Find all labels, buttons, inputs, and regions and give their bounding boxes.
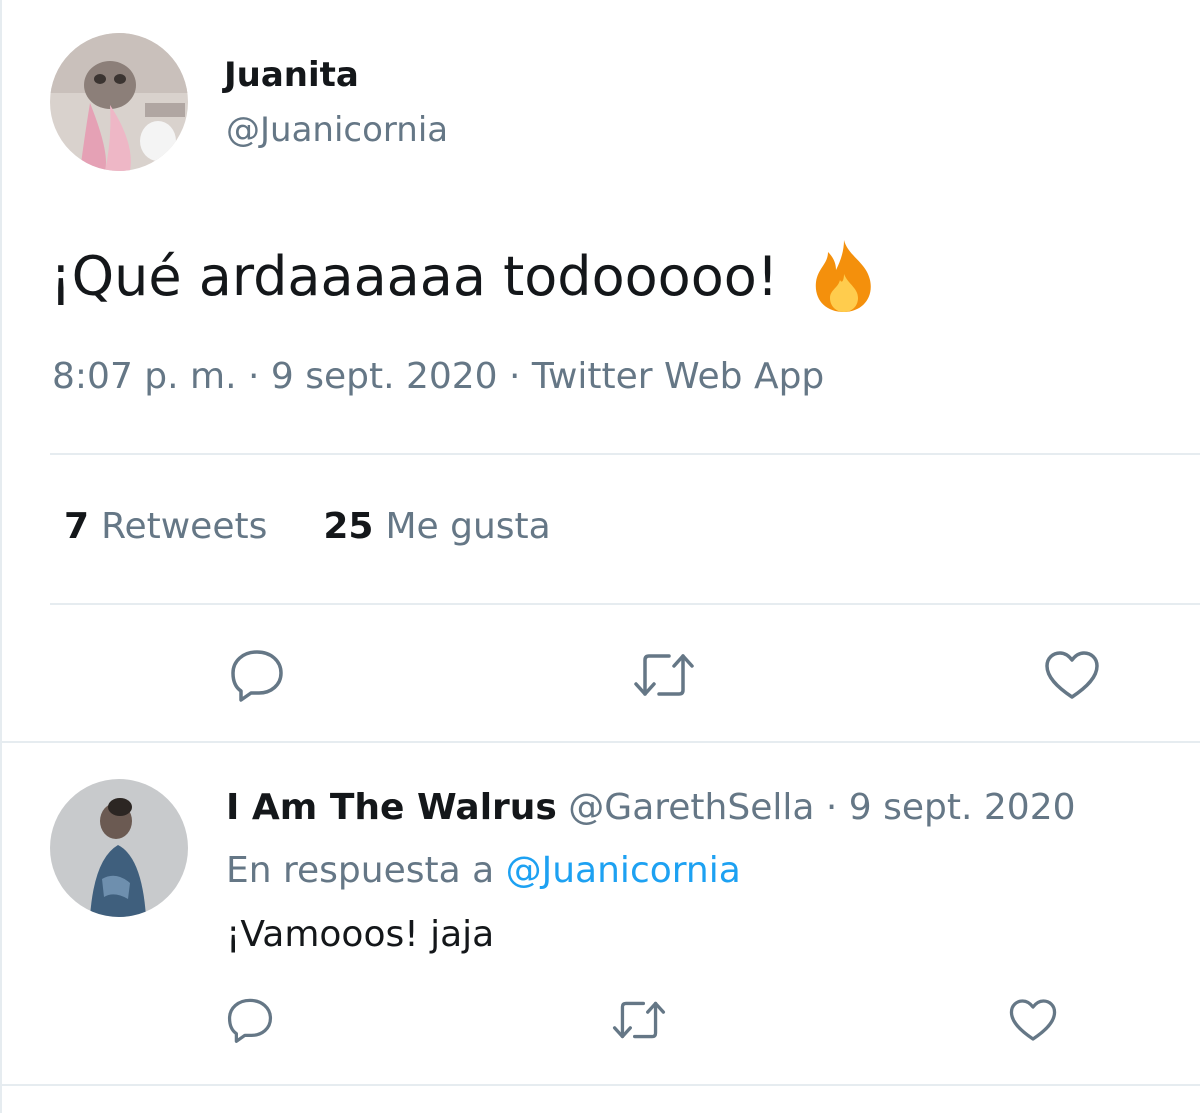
heart-icon xyxy=(1009,999,1057,1041)
likes-stat[interactable]: 25 Me gusta xyxy=(323,506,550,547)
reply-to-line: En respuesta a @Juanicornia xyxy=(226,850,741,891)
author-avatar[interactable] xyxy=(50,33,188,171)
likes-count: 25 xyxy=(323,506,374,547)
reply-author-handle[interactable]: @GarethSella xyxy=(568,787,814,828)
reply-like-button[interactable] xyxy=(1006,996,1060,1044)
fire-icon xyxy=(804,236,884,316)
reply-to-mention[interactable]: @Juanicornia xyxy=(506,850,741,891)
reply-author-name[interactable]: I Am The Walrus xyxy=(226,787,557,828)
author-handle[interactable]: @Juanicornia xyxy=(226,110,448,150)
reply-to-label: En respuesta a xyxy=(226,850,495,891)
divider xyxy=(50,603,1200,605)
reply-header: I Am The Walrus @GarethSella · 9 sept. 2… xyxy=(226,787,1076,828)
reply-retweet-button[interactable] xyxy=(610,996,668,1044)
reply-icon xyxy=(231,650,283,702)
like-button[interactable] xyxy=(1042,647,1102,703)
retweet-icon xyxy=(612,1001,666,1039)
tweet-thread: Juanita @Juanicornia ¡Qué ardaaaaaa todo… xyxy=(0,0,1200,1113)
tweet-stats: 7 Retweets 25 Me gusta xyxy=(64,506,551,547)
likes-label: Me gusta xyxy=(385,506,551,547)
divider xyxy=(50,453,1200,455)
retweet-icon xyxy=(634,654,694,696)
retweet-button[interactable] xyxy=(632,647,696,703)
retweets-label: Retweets xyxy=(101,506,268,547)
reply-author-avatar[interactable] xyxy=(50,779,188,917)
reply-text: ¡Vamooos! jaja xyxy=(226,914,495,955)
tweet-text-row: ¡Qué ardaaaaaa todooooo! xyxy=(50,236,884,316)
reply-button[interactable] xyxy=(227,647,287,703)
divider xyxy=(2,741,1200,743)
tweet-meta: 8:07 p. m. · 9 sept. 2020 · Twitter Web … xyxy=(52,356,825,397)
author-name[interactable]: Juanita xyxy=(224,55,359,95)
heart-icon xyxy=(1045,651,1099,699)
retweets-count: 7 xyxy=(64,506,90,547)
tweet-text: ¡Qué ardaaaaaa todooooo! xyxy=(50,244,779,308)
reply-date[interactable]: 9 sept. 2020 xyxy=(849,787,1076,828)
retweets-stat[interactable]: 7 Retweets xyxy=(64,506,267,547)
divider xyxy=(2,1084,1200,1086)
reply-icon xyxy=(227,998,273,1043)
reply-reply-button[interactable] xyxy=(224,996,276,1044)
reply-separator: · xyxy=(825,787,838,828)
